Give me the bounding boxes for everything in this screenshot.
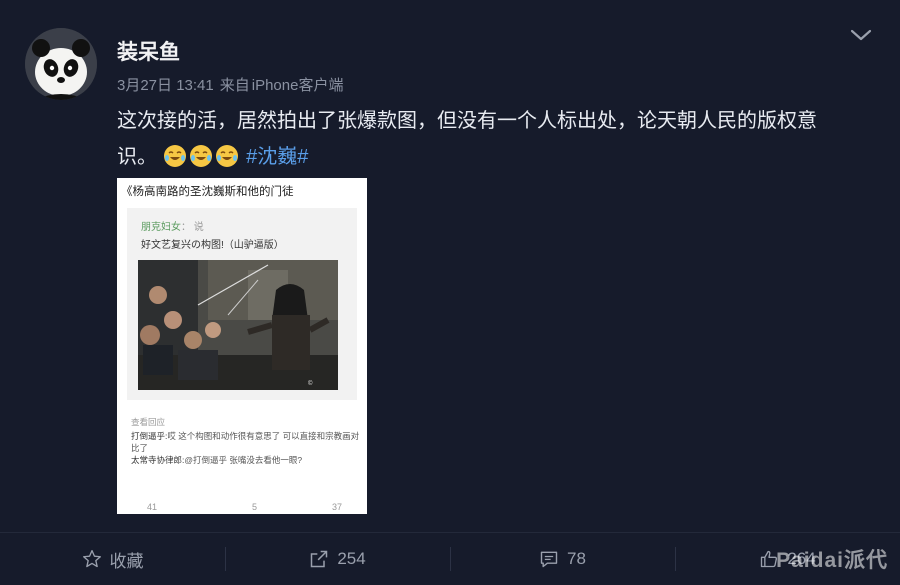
card-repost-count: 37 (332, 502, 343, 512)
comment-item: 太常寺协律郎:@打倒逼乎 张嘴没去看他一眼? (131, 454, 361, 466)
svg-text:©: © (308, 380, 313, 387)
comment-author: 打倒逼乎: (131, 431, 168, 441)
inner-user: 朋克妇女： 说 (141, 222, 204, 233)
card-like-count: 41 (147, 502, 158, 512)
chevron-down-icon (850, 29, 872, 41)
comment-button[interactable]: 78 (450, 533, 675, 585)
post-date: 3月27日 13:41 (117, 77, 214, 94)
card-title: 《杨高南路的圣沈巍斯和他的门徒 (121, 186, 294, 198)
card-comment-count: 5 (252, 502, 258, 512)
inner-post: 朋克妇女： 说 好文艺复兴の构图!（山驴逼版） © (127, 208, 357, 400)
inner-photo: © (138, 260, 338, 390)
action-bar: 收藏 254 78 264 (0, 532, 900, 585)
laughing-tears-icon (189, 145, 212, 167)
post-text-line1: 这次接的活，居然拍出了张爆款图，但没有一个人标出处，论天朝人民的版权意 (117, 110, 817, 132)
avatar[interactable] (25, 28, 97, 100)
post-meta: 3月27日 13:41 来自 iPhone客户端 (117, 74, 349, 95)
post-image[interactable]: 《杨高南路的圣沈巍斯和他的门徒 朋克妇女： 说 好文艺复兴の构图!（山驴逼版） (117, 178, 367, 514)
inner-comments: 查看回应 打倒逼乎:哎 这个构图和动作很有意思了 可以直接和宗教画对比了 太常寺… (131, 416, 361, 466)
inner-text: 好文艺复兴の构图!（山驴逼版） (141, 240, 284, 251)
post-text-line2: 识。 #沈巍# (117, 139, 877, 175)
crowd-photo-icon: © (138, 260, 338, 390)
comment-count: 78 (567, 549, 586, 568)
more-options-button[interactable] (848, 26, 874, 44)
comment-icon (540, 551, 558, 568)
favorite-button[interactable]: 收藏 (0, 533, 225, 585)
panda-avatar-icon (25, 28, 97, 100)
watermark: Paidai派代 (776, 549, 888, 572)
username[interactable]: 装呆鱼 (117, 36, 180, 66)
favorite-label: 收藏 (109, 551, 144, 571)
post-text: 这次接的活，居然拍出了张爆款图，但没有一个人标出处，论天朝人民的版权意 识。 #… (117, 103, 877, 175)
share-icon (311, 550, 328, 568)
post-text-end: 识。 (117, 146, 157, 168)
repost-button[interactable]: 254 (225, 533, 450, 585)
card-footer: 41 5 37 (117, 500, 367, 514)
comment-item: 打倒逼乎:哎 这个构图和动作很有意思了 可以直接和宗教画对比了 (131, 430, 361, 454)
comment-author: 太常寺协律郎: (131, 455, 185, 465)
laughing-tears-icon (215, 145, 238, 167)
comments-header: 查看回应 (131, 417, 166, 427)
inner-said: 说 (193, 222, 204, 233)
comment-text: @打倒逼乎 张嘴没去看他一眼? (184, 455, 303, 465)
repost-count: 254 (337, 549, 366, 568)
star-icon (82, 550, 101, 568)
laughing-tears-icon (163, 145, 186, 167)
topic-link[interactable]: #沈巍# (246, 146, 308, 168)
post-source[interactable]: iPhone客户端 (252, 77, 344, 94)
inner-username: 朋克妇女 (141, 222, 181, 233)
source-prefix: 来自 (219, 77, 250, 94)
